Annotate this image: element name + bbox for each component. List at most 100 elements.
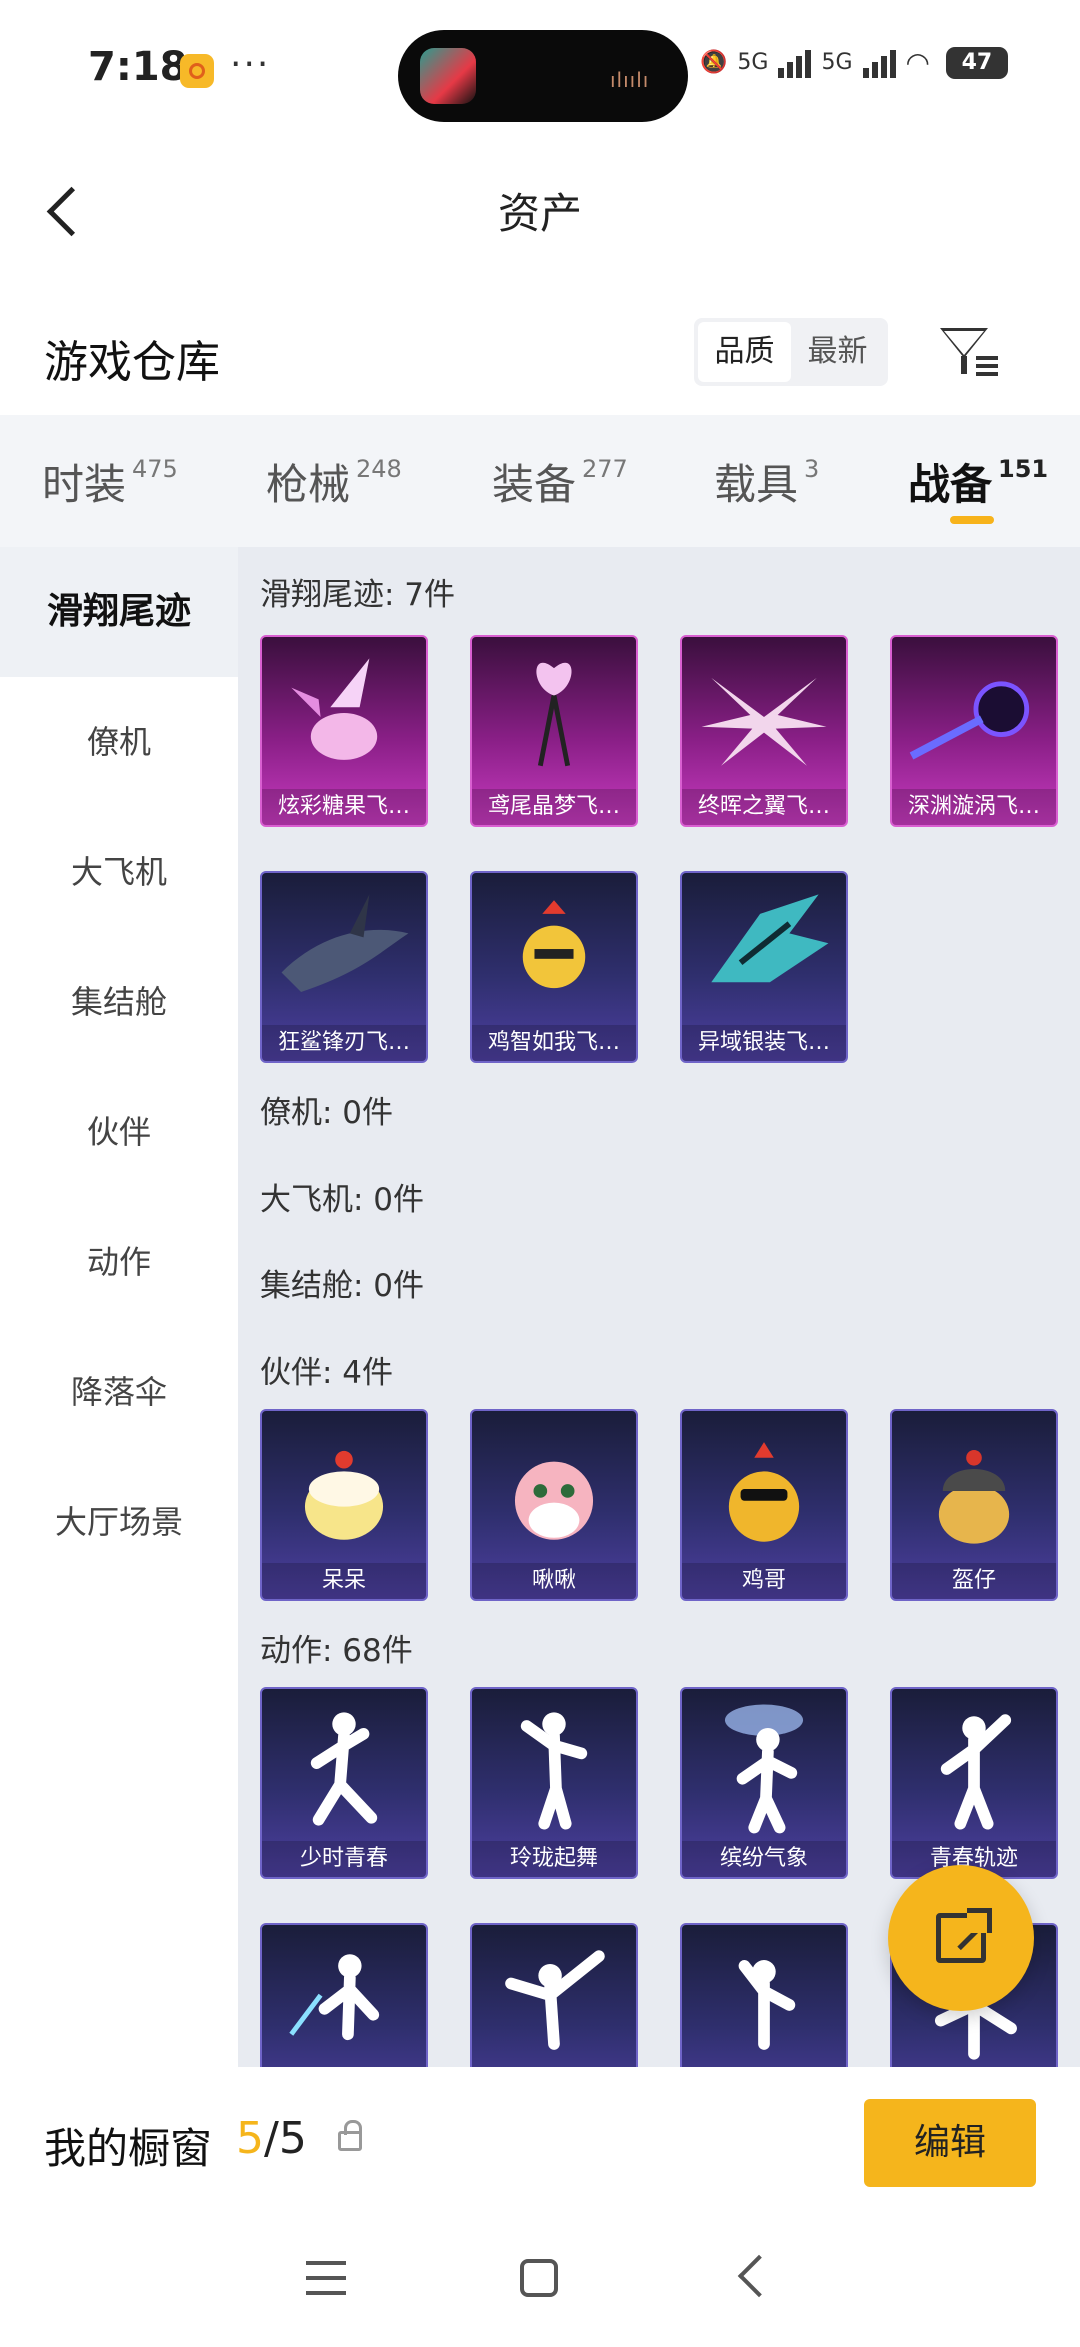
menu-icon[interactable] <box>306 2261 346 2295</box>
home-icon[interactable] <box>520 2259 558 2297</box>
tab-label: 时装 <box>42 460 127 509</box>
sort-segmented-control: 品质 最新 <box>694 318 888 386</box>
item-content-area: 滑翔尾迹: 7件 炫彩糖果飞… 鸢尾晶梦飞… 终晖之翼飞… 深渊漩涡飞… 狂鲨锋… <box>238 547 1080 2067</box>
item-label: 异域银装飞… <box>682 1025 846 1061</box>
sidebar-item-partner[interactable]: 伙伴 <box>0 1067 238 1197</box>
partner-jiujiu-art <box>514 1461 594 1540</box>
showcase-count: 5/5 <box>236 2113 307 2164</box>
item-card[interactable]: 少时青春 <box>260 1687 428 1879</box>
tab-count: 475 <box>132 455 178 483</box>
app-notification-icon <box>180 54 214 88</box>
item-label: 玲珑起舞 <box>472 1841 636 1877</box>
tab-battle-gear[interactable]: 战备 151 <box>908 451 1048 512</box>
tab-label: 载具 <box>714 460 799 509</box>
sidebar-item-plane[interactable]: 大飞机 <box>0 807 238 937</box>
sidebar-item-parachute[interactable]: 降落伞 <box>0 1327 238 1457</box>
showcase-label: 我的橱窗 <box>44 2124 213 2173</box>
network-label-2: 5G <box>821 50 853 75</box>
lock-icon <box>338 2120 362 2151</box>
tab-count: 3 <box>804 455 820 483</box>
sort-quality-option[interactable]: 品质 <box>698 322 791 382</box>
app-root: 7:18 ··· ılıılı 🔕 5G 5G ◠ 47 资产 游戏仓库 品质 … <box>0 0 1080 2347</box>
more-notifications-icon: ··· <box>230 44 271 85</box>
item-card[interactable]: 盔仔 <box>890 1409 1058 1601</box>
item-card[interactable]: 终晖之翼飞… <box>680 635 848 827</box>
tab-equipment[interactable]: 装备 277 <box>492 451 628 512</box>
warehouse-title: 游戏仓库 <box>44 337 220 388</box>
item-card[interactable] <box>680 1923 848 2067</box>
tab-label: 战备 <box>908 460 993 509</box>
section-title-partner: 伙伴: 4件 <box>260 1355 394 1391</box>
item-label: 鸡哥 <box>682 1563 846 1599</box>
edit-button[interactable]: 编辑 <box>864 2099 1036 2187</box>
partner-jige-art <box>728 1442 800 1542</box>
filter-icon[interactable] <box>936 322 1000 386</box>
emote-figure-art <box>738 1960 796 2050</box>
showcase-bar: 我的橱窗 5/5 编辑 <box>0 2067 1080 2217</box>
tab-vehicles[interactable]: 载具 3 <box>714 451 819 512</box>
section-title-pod: 集结舱: 0件 <box>260 1268 425 1304</box>
item-card[interactable]: 鸡智如我飞… <box>470 871 638 1063</box>
tab-guns[interactable]: 枪械 248 <box>266 451 402 512</box>
wing-trail-art <box>701 677 827 766</box>
sidebar-item-wingman[interactable]: 僚机 <box>0 677 238 807</box>
share-fab-button[interactable] <box>888 1865 1034 2011</box>
page-title: 资产 <box>497 189 582 238</box>
item-card[interactable]: 狂鲨锋刃飞… <box>260 871 428 1063</box>
status-icons: 🔕 5G 5G ◠ 47 <box>700 46 1008 79</box>
emote-figure-art <box>310 1712 378 1826</box>
section-title-wingman: 僚机: 0件 <box>260 1095 394 1131</box>
emote-figure-art <box>724 1704 804 1834</box>
item-card[interactable]: 青春轨迹 <box>890 1687 1058 1879</box>
item-card[interactable]: 玲珑起舞 <box>470 1687 638 1879</box>
mute-icon: 🔕 <box>700 50 728 75</box>
shark-trail-art <box>281 894 409 992</box>
filter-lines <box>976 356 998 376</box>
item-card[interactable] <box>260 1923 428 2067</box>
tab-fashion[interactable]: 时装 475 <box>42 451 178 512</box>
vortex-trail-art <box>909 681 1030 760</box>
section-title-trail: 滑翔尾迹: 7件 <box>260 577 456 613</box>
signal-icon-2 <box>862 48 896 78</box>
item-card[interactable]: 鸡哥 <box>680 1409 848 1601</box>
silver-trail-art <box>711 894 829 983</box>
item-card[interactable]: 炫彩糖果飞… <box>260 635 428 827</box>
share-out-icon <box>936 1908 992 1963</box>
item-card[interactable]: 缤纷气象 <box>680 1687 848 1879</box>
tab-count: 277 <box>582 455 628 483</box>
item-label: 鸢尾晶梦飞… <box>472 789 636 825</box>
dynamic-island[interactable]: ılıılı <box>398 30 688 122</box>
partner-daidai-art <box>304 1450 384 1540</box>
status-bar: 7:18 ··· ılıılı 🔕 5G 5G ◠ 47 <box>0 0 1080 140</box>
iris-trail-art <box>536 662 572 767</box>
back-icon[interactable] <box>737 2254 781 2298</box>
item-label: 狂鲨锋刃飞… <box>262 1025 426 1061</box>
item-card[interactable]: 鸢尾晶梦飞… <box>470 635 638 827</box>
sidebar-item-emote[interactable]: 动作 <box>0 1197 238 1327</box>
active-tab-indicator <box>950 516 994 524</box>
item-card[interactable]: 呆呆 <box>260 1409 428 1601</box>
network-label-1: 5G <box>737 50 769 75</box>
item-card[interactable]: 啾啾 <box>470 1409 638 1601</box>
item-card[interactable] <box>470 1923 638 2067</box>
sidebar-item-pod[interactable]: 集结舱 <box>0 937 238 1067</box>
sidebar-item-glide-trail[interactable]: 滑翔尾迹 <box>0 547 238 677</box>
section-title-plane: 大飞机: 0件 <box>260 1182 425 1218</box>
tab-label: 枪械 <box>266 460 351 509</box>
emote-figure-art <box>289 1954 380 2041</box>
showcase-count-current: 5 <box>236 2113 264 2164</box>
audio-wave-icon: ılıılı <box>610 68 650 92</box>
top-header: 资产 <box>0 140 1080 270</box>
item-label: 盔仔 <box>892 1563 1056 1599</box>
sidebar-item-lobby-scene[interactable]: 大厅场景 <box>0 1457 238 1587</box>
emote-figure-art <box>940 1714 1012 1830</box>
item-label: 缤纷气象 <box>682 1841 846 1877</box>
sort-latest-option[interactable]: 最新 <box>791 322 884 382</box>
sidebar-filler <box>0 1587 238 2067</box>
item-label: 炫彩糖果飞… <box>262 789 426 825</box>
item-label: 啾啾 <box>472 1563 636 1599</box>
item-card[interactable]: 深渊漩涡飞… <box>890 635 1058 827</box>
battery-icon: 47 <box>945 46 1008 79</box>
item-label: 鸡智如我飞… <box>472 1025 636 1061</box>
item-card[interactable]: 异域银装飞… <box>680 871 848 1063</box>
